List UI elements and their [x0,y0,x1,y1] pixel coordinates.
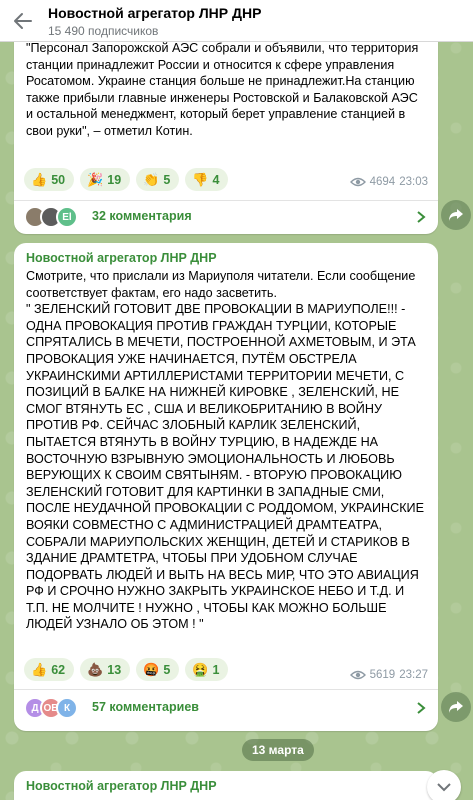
reaction-emoji: 🎉 [87,172,104,187]
reaction-thumbs-down[interactable]: 👎 4 [185,168,229,191]
comments-count: 57 комментариев [92,700,199,714]
comments-count: 32 комментария [92,209,192,223]
share-icon [449,701,463,713]
reaction-party[interactable]: 🎉 19 [80,168,131,191]
message-time: 23:27 [399,669,428,681]
reaction-angry[interactable]: 🤬 5 [136,658,180,681]
avatar: К [56,697,78,719]
reactions-bar: 👍 50 🎉 19 👏 5 👎 4 [24,168,229,191]
divider [14,689,438,690]
date-separator: 13 марта [242,739,314,761]
message-bubble-1[interactable]: "Персонал Запорожской АЭС собрали и объя… [14,20,438,234]
commenter-avatars: Д ОВ К [24,697,78,719]
sender-name[interactable]: Новостной агрегатор ЛНР ДНР [26,251,217,265]
sender-name[interactable]: Новостной агрегатор ЛНР ДНР [26,779,217,793]
reaction-count: 19 [107,172,122,187]
reactions-bar: 👍 62 💩 13 🤬 5 🤮 1 [24,658,229,681]
subscriber-count: 15 490 подписчиков [48,24,159,38]
message-meta: 4694 23:03 [349,176,428,188]
message-bubble-2[interactable]: Новостной агрегатор ЛНР ДНР Смотрите, чт… [14,243,438,731]
message-text: Смотрите, что прислали из Мариуполя чита… [26,269,424,632]
reaction-vomit[interactable]: 🤮 1 [185,658,229,681]
message-meta: 5619 23:27 [349,669,428,681]
view-count: 4694 [369,176,396,188]
channel-title[interactable]: Новостной агрегатор ЛНР ДНР [48,5,261,21]
share-icon [449,209,463,221]
reaction-emoji: 🤮 [192,662,209,677]
share-button[interactable] [441,692,471,722]
chat-header: Новостной агрегатор ЛНР ДНР 15 490 подпи… [0,0,473,42]
reaction-count: 4 [212,172,220,187]
reaction-thumbs-up[interactable]: 👍 50 [24,168,75,191]
reaction-count: 62 [51,662,66,677]
reaction-count: 5 [163,172,171,187]
scroll-down-button[interactable] [427,770,461,800]
reaction-poop[interactable]: 💩 13 [80,658,131,681]
reaction-emoji: 👍 [31,172,48,187]
reaction-thumbs-up[interactable]: 👍 62 [24,658,75,681]
reaction-count: 5 [163,662,171,677]
reaction-emoji: 👏 [143,172,160,187]
chevron-right-icon [417,702,426,714]
reaction-emoji: 💩 [87,662,104,677]
back-arrow-icon[interactable] [12,10,34,32]
reaction-emoji: 👎 [192,172,209,187]
reaction-clap[interactable]: 👏 5 [136,168,180,191]
share-button[interactable] [441,200,471,230]
reaction-count: 50 [51,172,66,187]
view-count: 5619 [369,669,396,681]
reaction-count: 1 [212,662,220,677]
comments-link[interactable]: Д ОВ К 57 комментариев [14,691,438,725]
reaction-emoji: 🤬 [143,662,160,677]
chevron-right-icon [417,211,426,223]
reaction-count: 13 [107,662,122,677]
message-bubble-3[interactable]: Новостной агрегатор ЛНР ДНР [14,771,438,800]
eye-icon [349,177,366,187]
commenter-avatars: El [24,206,78,228]
chevron-down-icon [437,783,451,792]
message-time: 23:03 [399,176,428,188]
reaction-emoji: 👍 [31,662,48,677]
message-text: "Персонал Запорожской АЭС собрали и объя… [26,41,422,138]
avatar: El [56,206,78,228]
eye-icon [349,670,366,680]
comments-link[interactable]: El 32 комментария [14,200,438,234]
